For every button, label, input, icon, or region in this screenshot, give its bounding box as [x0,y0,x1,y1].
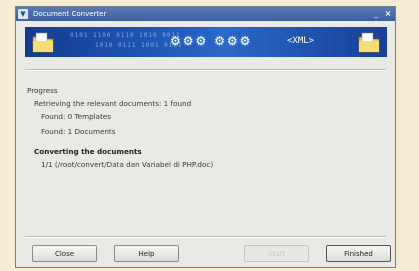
templates-found: Found: 0 Templates [41,112,112,121]
close-window-icon[interactable]: × [383,9,393,19]
documents-found: Found: 1 Documents [41,127,116,136]
progress-heading: Progress [27,86,58,95]
window-title: Document Converter [33,10,107,18]
minimize-icon[interactable]: _ [371,9,381,19]
titlebar[interactable]: ▼ Document Converter _ × [16,7,395,21]
xml-label: <XML> [287,36,315,46]
window-menu-icon[interactable]: ▼ [18,9,28,19]
document-converter-window: ▼ Document Converter _ × 0101 1100 0110 … [15,6,396,268]
start-button[interactable]: Start [244,245,309,262]
finished-button[interactable]: Finished [326,245,391,262]
divider [25,236,386,238]
help-button[interactable]: Help [114,245,179,262]
divider [25,69,386,71]
folder-icon [32,32,54,53]
retrieving-status: Retrieving the relevant documents: 1 fou… [34,99,192,108]
gears-icon: ⚙⚙⚙ ⚙⚙⚙ [170,34,253,48]
converting-item: 1/1 (/root/convert/Data dan Variabel di … [41,160,214,169]
converting-heading: Converting the documents [34,147,142,156]
close-button[interactable]: Close [32,245,97,262]
binary-decoration: 0101 1100 0110 1010 0011 [70,32,181,39]
converter-banner: 0101 1100 0110 1010 0011 1010 0111 1001 … [25,27,387,57]
folder-icon [358,32,380,53]
